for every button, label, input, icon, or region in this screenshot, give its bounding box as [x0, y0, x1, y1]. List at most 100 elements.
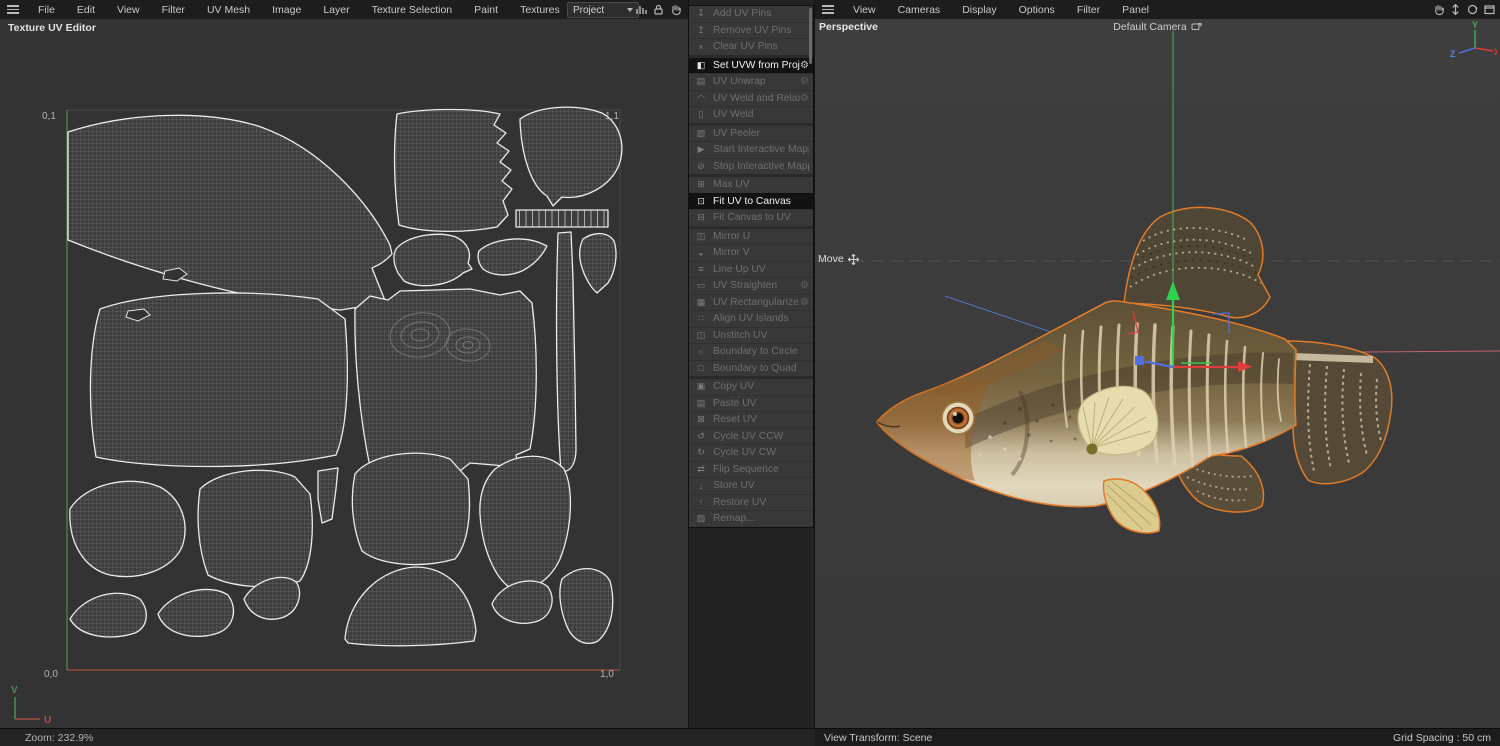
menu-item-label: Max UV	[713, 179, 750, 191]
menu-item-label: Cycle UV CCW	[713, 430, 784, 442]
menu-item-remove-uv-pins: ↥ Remove UV Pins	[689, 21, 813, 39]
fish-eye	[941, 401, 975, 435]
uv-tool-menu: ↧ Add UV Pins ↥ Remove UV Pins × Clear UV Pin…	[688, 5, 814, 528]
project-dropdown[interactable]: Project	[567, 2, 639, 18]
menu-item-unstitch-uv: ◫ Unstitch UV	[689, 326, 813, 344]
project-dropdown-value: Project	[573, 4, 605, 16]
uv-island	[559, 568, 614, 644]
reset-icon: ⊠	[697, 414, 705, 425]
menu-item-label: Boundary to Quad	[713, 362, 797, 374]
hamburger-menu-icon[interactable]	[822, 5, 834, 14]
uv-island	[477, 238, 548, 276]
app-window: File Edit View Filter UV Mesh Image Layer Textu…	[0, 0, 1500, 746]
menu-item-label: UV Weld and Relax	[713, 92, 801, 104]
lock-icon[interactable]	[652, 2, 665, 16]
menu-item-set-uvw-from-projection[interactable]: ◧ Set UVW from Projection⚙	[689, 57, 813, 73]
lineup-icon: ≡	[698, 264, 704, 275]
histogram-icon[interactable]	[635, 2, 648, 16]
menu-item-cycle-uv-ccw: ↺ Cycle UV CCW	[689, 427, 813, 445]
menu-item-mirror-v: ◒ Mirror V	[689, 244, 813, 261]
uv-editor-panel[interactable]: Texture UV Editor V U 0,1 1,1 0,0 1,0	[0, 19, 688, 728]
menubar-item-image[interactable]: Image	[261, 4, 312, 16]
uv-island	[69, 592, 147, 638]
pan-hand-icon[interactable]	[669, 2, 682, 16]
copy-icon: ▣	[696, 381, 706, 392]
menu-item-copy-uv: ▣ Copy UV	[689, 379, 813, 395]
orbit-icon[interactable]	[1466, 2, 1479, 16]
fit-uv-icon: ⊡	[697, 195, 705, 206]
menu-item-max-uv: ⊞ Max UV	[689, 177, 813, 193]
uv-island	[317, 467, 339, 524]
panel-title: Texture UV Editor	[8, 22, 96, 34]
uv-corner-01: 0,1	[42, 111, 56, 122]
uv-island	[69, 480, 186, 578]
menu-item-label: Reset UV	[713, 414, 758, 426]
menubar-item-options[interactable]: Options	[1008, 4, 1066, 16]
cycle-cw-icon: ↻	[697, 447, 705, 458]
svg-text:U: U	[44, 715, 51, 726]
viewport-menus: View Cameras Display Options Filter Panel	[842, 4, 1160, 16]
3d-viewport[interactable]: Perspective Default Camera Move Y Z X	[815, 19, 1500, 728]
clear-icon: ×	[698, 41, 704, 52]
menu-item-flip-sequence: ⇄ Flip Sequence	[689, 460, 813, 478]
uv-island	[393, 233, 473, 287]
menubar-item-filter[interactable]: Filter	[151, 4, 196, 16]
maximize-window-icon[interactable]	[1483, 2, 1496, 16]
menubar-item-filter[interactable]: Filter	[1066, 4, 1111, 16]
gear-icon[interactable]: ⚙	[800, 60, 809, 71]
weld-relax-icon: ◠	[697, 92, 705, 103]
align-islands-icon: ∷	[698, 313, 704, 324]
menubar-item-view[interactable]: View	[842, 4, 887, 16]
restore-icon: ↑	[698, 497, 704, 508]
viewport-scene[interactable]	[815, 19, 1500, 728]
menu-item-label: UV Straighten	[713, 280, 778, 292]
menu-item-uv-peeler: ▧ UV Peeler	[689, 126, 813, 142]
menu-item-label: Add UV Pins	[713, 8, 772, 20]
menu-item-label: Store UV	[713, 480, 755, 492]
menu-item-label: Restore UV	[713, 496, 767, 508]
uv-islands[interactable]	[67, 106, 623, 647]
pectoral-fin	[1077, 385, 1159, 456]
menubar-item-paint[interactable]: Paint	[463, 4, 509, 16]
projection-icon: ◧	[696, 59, 706, 70]
menu-group: ▧ UV Peeler ▶ Start Interactive Mapping ⊘ Sto…	[689, 125, 813, 175]
uv-island	[89, 292, 348, 468]
menubar-item-cameras[interactable]: Cameras	[887, 4, 952, 16]
menu-item-stop-interactive-mapping: ⊘ Stop Interactive Mapping	[689, 157, 813, 175]
svg-text:Z: Z	[1450, 49, 1456, 59]
menubar-item-display[interactable]: Display	[951, 4, 1007, 16]
menubar-item-textures[interactable]: Textures	[509, 4, 571, 16]
scrollbar-thumb[interactable]	[809, 8, 812, 64]
hamburger-menu-icon[interactable]	[7, 5, 19, 14]
uv-island	[393, 108, 513, 232]
menu-item-start-interactive-mapping: ▶ Start Interactive Mapping	[689, 141, 813, 158]
menubar-item-panel[interactable]: Panel	[1111, 4, 1160, 16]
orientation-axis-gizmo[interactable]: Y Z X	[1441, 20, 1497, 62]
remap-icon: ▨	[696, 513, 706, 524]
menubar-item-file[interactable]: File	[27, 4, 66, 16]
gear-icon: ⚙	[800, 296, 809, 308]
rectangularize-icon: ▦	[696, 296, 706, 307]
menubar-item-texture-selection[interactable]: Texture Selection	[361, 4, 464, 16]
fit-canvas-icon: ⊟	[697, 212, 705, 223]
menu-item-fit-uv-to-canvas[interactable]: ⊡ Fit UV to Canvas	[689, 192, 813, 209]
paste-icon: ▤	[696, 397, 706, 408]
menubar-item-edit[interactable]: Edit	[66, 4, 106, 16]
viewport-statusbar: View Transform: Scene Grid Spacing : 50 …	[815, 728, 1500, 746]
uv-island	[351, 452, 471, 566]
gear-icon: ⚙	[800, 92, 809, 104]
menubar-item-layer[interactable]: Layer	[312, 4, 360, 16]
uv-canvas[interactable]: V U	[0, 19, 688, 728]
camera-label[interactable]: Default Camera	[815, 21, 1500, 33]
menubar-item-view[interactable]: View	[106, 4, 151, 16]
grid-spacing-status: Grid Spacing : 50 cm	[1392, 731, 1491, 744]
pan-hand-icon[interactable]	[1432, 2, 1445, 16]
uv-island	[157, 588, 235, 637]
menu-item-label: Remap...	[713, 513, 755, 525]
zoom-updown-icon[interactable]	[1449, 2, 1462, 16]
menu-group: ⊞ Max UV ⊡ Fit UV to Canvas ⊟ Fit Canvas to U…	[689, 177, 813, 226]
weld-icon: ▯	[698, 109, 704, 120]
fish-model[interactable]	[876, 206, 1393, 534]
menu-item-uv-straighten: ▭ UV Straighten ⚙	[689, 277, 813, 294]
menubar-item-uv-mesh[interactable]: UV Mesh	[196, 4, 261, 16]
